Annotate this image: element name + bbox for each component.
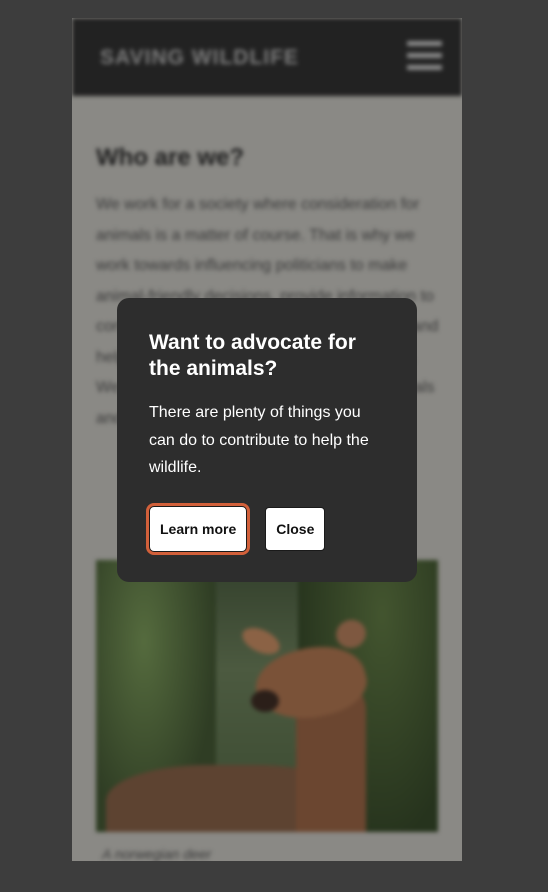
learn-more-button[interactable]: Learn more — [145, 502, 251, 555]
deer-photo — [96, 560, 438, 832]
hamburger-menu-icon[interactable] — [407, 41, 442, 75]
dialog-title: Want to advocate for the animals? — [149, 331, 356, 380]
image-caption: A norwegian deer — [102, 846, 212, 861]
advocate-dialog: Want to advocate for the animals? There … — [117, 298, 417, 582]
site-header: SAVING WILDLIFE — [72, 18, 462, 96]
dialog-actions: Learn more Close — [145, 502, 385, 555]
dialog-message: There are plenty of things you can do to… — [149, 404, 369, 476]
site-brand[interactable]: SAVING WILDLIFE — [100, 46, 299, 70]
close-button[interactable]: Close — [265, 506, 326, 551]
article-heading: Who are we? — [96, 144, 245, 171]
